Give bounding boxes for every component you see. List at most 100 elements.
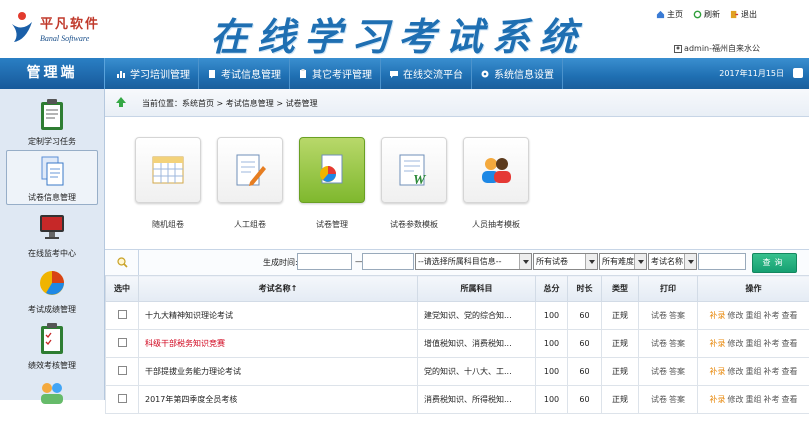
gear-icon <box>480 69 490 79</box>
row-checkbox[interactable] <box>118 366 127 375</box>
sidebar-item-scores[interactable]: 考试成绩管理 <box>0 261 104 317</box>
end-date-input[interactable] <box>362 253 414 270</box>
exam-type: 正规 <box>602 358 639 386</box>
sidebar-item-users[interactable] <box>0 373 104 429</box>
main-content: 当前位置：系统首页 > 考试信息管理 > 试卷管理 随机组卷 人工组卷 试卷管理… <box>105 89 809 400</box>
nav-item-other-eval[interactable]: 其它考评管理 <box>290 58 381 89</box>
refresh-link[interactable]: 刷新 <box>693 9 720 20</box>
chevron-down-icon <box>519 254 531 269</box>
logo: 平凡软件 Banal Software <box>8 8 118 48</box>
edit-document-icon <box>232 152 268 188</box>
keyword-input[interactable] <box>698 253 746 270</box>
makeup-link[interactable]: 补考 <box>764 339 780 348</box>
table-row: 干部提拔业务能力理论考试党的知识、十八大、工...10060正规试卷答案补录修改… <box>106 358 809 386</box>
tile-param-template[interactable]: W 试卷参数模板 <box>381 137 447 230</box>
print-answer-link[interactable]: 答案 <box>669 367 685 376</box>
sidebar-item-study-task[interactable]: 定制学习任务 <box>0 93 104 149</box>
ops-cell: 补录修改重组补考查看 <box>698 302 809 330</box>
view-link[interactable]: 查看 <box>782 339 798 348</box>
user-icon <box>674 45 682 53</box>
breadcrumb-text: 当前位置：系统首页 > 考试信息管理 > 试卷管理 <box>142 98 318 109</box>
row-checkbox[interactable] <box>118 310 127 319</box>
exit-link[interactable]: 退出 <box>730 9 757 20</box>
nav-item-study[interactable]: 学习培训管理 <box>108 58 199 89</box>
regroup-link[interactable]: 重组 <box>746 339 762 348</box>
sidebar-item-label: 在线监考中心 <box>0 248 104 259</box>
nav-item-label: 学习培训管理 <box>130 66 190 81</box>
print-cell: 试卷答案 <box>639 358 698 386</box>
tile-box: W <box>381 137 447 203</box>
exam-duration: 60 <box>568 330 602 358</box>
edit-link[interactable]: 修改 <box>728 367 744 376</box>
tile-random-paper[interactable]: 随机组卷 <box>135 137 201 230</box>
start-date-input[interactable] <box>297 253 352 270</box>
chevron-down-icon <box>585 254 597 269</box>
query-button[interactable]: 查询 <box>752 253 797 273</box>
exam-subject: 建党知识、党的综合知... <box>418 302 536 330</box>
sidebar-item-monitor[interactable]: 在线监考中心 <box>0 205 104 261</box>
row-checkbox[interactable] <box>118 338 127 347</box>
tile-label: 人工组卷 <box>217 219 283 230</box>
tile-staff-template[interactable]: 人员抽考模板 <box>463 137 529 230</box>
tile-box <box>463 137 529 203</box>
row-checkbox[interactable] <box>118 394 127 403</box>
edit-link[interactable]: 修改 <box>728 311 744 320</box>
print-answer-link[interactable]: 答案 <box>669 339 685 348</box>
sidebar-item-label: 考试成绩管理 <box>0 304 104 315</box>
view-link[interactable]: 查看 <box>782 367 798 376</box>
nav-item-chat[interactable]: 在线交流平台 <box>381 58 472 89</box>
row-checkbox-cell <box>106 330 139 358</box>
print-paper-link[interactable]: 试卷 <box>651 311 667 320</box>
regroup-link[interactable]: 重组 <box>746 367 762 376</box>
documents-icon <box>38 155 66 187</box>
exit-icon <box>730 10 739 19</box>
logo-cn: 平凡软件 <box>40 13 100 32</box>
refresh-link-label: 刷新 <box>704 9 720 20</box>
top-links: 主页 刷新 退出 <box>656 9 757 20</box>
tile-paper-manage[interactable]: 试卷管理 <box>299 137 365 230</box>
chart-icon <box>116 69 126 79</box>
home-link[interactable]: 主页 <box>656 9 683 20</box>
nav-item-settings[interactable]: 系统信息设置 <box>472 58 563 89</box>
exam-name: 科级干部税务知识竞赛 <box>139 330 418 358</box>
print-answer-link[interactable]: 答案 <box>669 311 685 320</box>
col-name[interactable]: 考试名称↑ <box>139 276 418 302</box>
user-name: admin-福州自来水公 <box>684 43 760 54</box>
clipboard-icon <box>38 99 66 131</box>
makeup-link[interactable]: 补考 <box>764 367 780 376</box>
toggle-icon[interactable] <box>793 68 803 78</box>
supplement-link[interactable]: 补录 <box>710 339 726 348</box>
chevron-down-icon <box>634 254 646 269</box>
filter-bar: 生成时间: — --请选择所属科目信息-- 所有试卷 所有难度 考试名称 查询 <box>105 249 809 276</box>
ops-cell: 补录修改重组补考查看 <box>698 330 809 358</box>
tile-manual-paper[interactable]: 人工组卷 <box>217 137 283 230</box>
supplement-link[interactable]: 补录 <box>710 367 726 376</box>
supplement-link[interactable]: 补录 <box>710 311 726 320</box>
regroup-link[interactable]: 重组 <box>746 311 762 320</box>
sidebar-item-performance[interactable]: 绩效考核管理 <box>0 317 104 373</box>
search-icon <box>117 257 128 268</box>
col-print: 打印 <box>639 276 698 302</box>
col-select: 选中 <box>106 276 139 302</box>
field-select[interactable]: 考试名称 <box>648 253 697 270</box>
nav-item-exam-info[interactable]: 考试信息管理 <box>199 58 290 89</box>
sidebar-item-paper-info[interactable]: 试卷信息管理 <box>0 149 104 205</box>
up-arrow-icon[interactable] <box>115 96 127 108</box>
difficulty-select[interactable]: 所有难度 <box>599 253 647 270</box>
sidebar-item-label: 绩效考核管理 <box>0 360 104 371</box>
view-link[interactable]: 查看 <box>782 311 798 320</box>
edit-link[interactable]: 修改 <box>728 339 744 348</box>
print-paper-link[interactable]: 试卷 <box>651 367 667 376</box>
paper-select[interactable]: 所有试卷 <box>533 253 598 270</box>
function-tiles: 随机组卷 人工组卷 试卷管理 W 试卷参数模板 人员抽考模板 <box>135 137 555 237</box>
print-paper-link[interactable]: 试卷 <box>651 339 667 348</box>
makeup-link[interactable]: 补考 <box>764 311 780 320</box>
chevron-down-icon <box>684 254 696 269</box>
tile-box <box>217 137 283 203</box>
difficulty-select-value: 所有难度 <box>602 257 634 266</box>
print-cell: 试卷答案 <box>639 302 698 330</box>
subject-select[interactable]: --请选择所属科目信息-- <box>415 253 532 270</box>
sidebar-item-label: 定制学习任务 <box>0 136 104 147</box>
paper-table: 选中 考试名称↑ 所属科目 总分 时长 类型 打印 操作 十九大精神知识理论考试… <box>105 275 809 414</box>
tile-label: 随机组卷 <box>135 219 201 230</box>
